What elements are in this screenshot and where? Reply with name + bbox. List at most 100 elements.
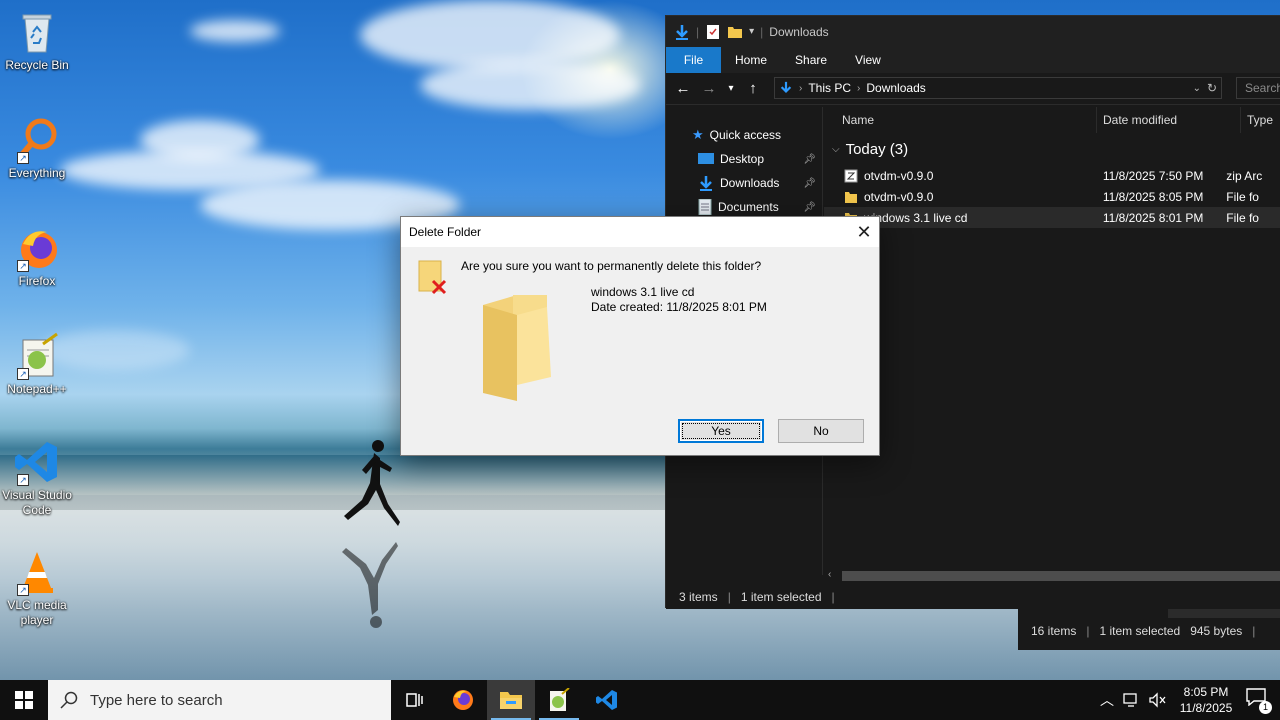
desktop-icon-vlc[interactable]: ↗ VLC media player <box>0 548 74 628</box>
system-tray: ︿ 8:05 PM 11/8/2025 1 <box>1100 680 1280 720</box>
pin-icon[interactable]: 📌︎ <box>803 202 816 213</box>
customize-toolbar-icon[interactable]: ▾ <box>749 26 754 37</box>
nav-item-quick-access[interactable]: ★ Quick access <box>666 123 822 147</box>
file-name: otvdm-v0.9.0 <box>864 189 934 204</box>
chevron-down-icon: ⌵ <box>832 143 840 155</box>
horizontal-scrollbar[interactable]: ‹ <box>824 568 1280 584</box>
desktop-icon-vscode[interactable]: ↗ Visual Studio Code <box>0 438 74 518</box>
downloads-icon <box>700 176 712 191</box>
new-folder-icon[interactable] <box>727 24 743 40</box>
file-row[interactable]: otvdm-v0.9.0 11/8/2025 7:50 PM zip Arc <box>824 165 1280 186</box>
column-header-type[interactable]: Type <box>1241 107 1280 133</box>
group-header-today[interactable]: ⌵ Today (3) <box>824 133 1280 165</box>
notepad-plus-plus-icon: ↗ <box>13 332 61 380</box>
file-date: 11/8/2025 8:01 PM <box>1102 210 1204 225</box>
scroll-left-icon[interactable]: ‹ <box>828 569 831 580</box>
file-row-selected[interactable]: windows 3.1 live cd 11/8/2025 8:01 PM Fi… <box>824 207 1280 228</box>
taskbar-clock[interactable]: 8:05 PM 11/8/2025 <box>1174 684 1238 716</box>
dialog-item-name: windows 3.1 live cd <box>591 285 695 299</box>
horizontal-scrollbar[interactable] <box>1168 608 1280 618</box>
tab-share[interactable]: Share <box>781 47 841 73</box>
downloads-location-icon <box>780 81 792 94</box>
desktop-icon-notepad-plus-plus[interactable]: ↗ Notepad++ <box>0 332 74 397</box>
refresh-icon[interactable]: ↻ <box>1207 81 1217 95</box>
ribbon-tabs: File Home Share View <box>666 47 1280 73</box>
pin-icon[interactable]: 📌︎ <box>803 154 816 165</box>
taskbar-file-explorer[interactable] <box>487 680 535 720</box>
firefox-icon: ↗ <box>13 224 61 272</box>
runner-silhouette <box>344 440 400 526</box>
column-header-date-modified[interactable]: Date modified <box>1097 107 1241 133</box>
taskbar-notepad-plus-plus[interactable] <box>535 680 583 720</box>
tab-file[interactable]: File <box>666 47 721 73</box>
close-icon[interactable]: ✕ <box>849 217 879 247</box>
address-dropdown-icon[interactable]: ⌄ <box>1193 83 1201 94</box>
file-name: otvdm-v0.9.0 <box>864 168 934 183</box>
dialog-question: Are you sure you want to permanently del… <box>461 259 762 273</box>
forward-arrow-icon[interactable]: → <box>698 78 720 100</box>
search-icon <box>60 691 78 709</box>
shortcut-arrow-icon: ↗ <box>17 474 29 486</box>
breadcrumb-downloads[interactable]: Downloads <box>866 81 925 95</box>
pin-icon[interactable]: 📌︎ <box>803 178 816 189</box>
zip-icon <box>844 169 858 182</box>
windows-logo-icon <box>15 691 33 709</box>
up-arrow-icon[interactable]: ↑ <box>742 78 764 100</box>
window-titlebar[interactable]: | ▾ | Downloads <box>666 16 1280 47</box>
desktop-icon-label: Firefox <box>18 274 56 288</box>
search-input[interactable]: Search <box>1236 77 1280 99</box>
nav-item-desktop[interactable]: Desktop 📌︎ <box>666 147 822 171</box>
shortcut-arrow-icon: ↗ <box>17 584 29 596</box>
address-bar[interactable]: › This PC › Downloads ⌄ ↻ <box>774 77 1222 99</box>
column-headers: Name Date modified Type <box>824 107 1280 133</box>
yes-button[interactable]: Yes <box>678 419 764 443</box>
breadcrumb-this-pc[interactable]: This PC <box>808 81 851 95</box>
clock-date: 11/8/2025 <box>1179 701 1233 715</box>
scrollbar-thumb[interactable] <box>842 571 1280 581</box>
desktop-icon-label: VLC media player <box>7 598 67 627</box>
vscode-icon: ↗ <box>13 438 61 486</box>
no-button[interactable]: No <box>778 419 864 443</box>
status-selected: 1 item selected <box>740 590 822 604</box>
delete-folder-icon <box>418 260 447 295</box>
desktop-icon-everything[interactable]: ↗ Everything <box>0 116 74 181</box>
window-title: Downloads <box>769 24 829 39</box>
delete-folder-dialog: Delete Folder ✕ Are you sure you want to… <box>400 216 880 456</box>
file-date: 11/8/2025 7:50 PM <box>1102 168 1204 183</box>
file-date: 11/8/2025 8:05 PM <box>1102 189 1204 204</box>
taskbar-vscode[interactable] <box>583 680 631 720</box>
folder-icon <box>845 191 857 203</box>
dialog-titlebar[interactable]: Delete Folder <box>401 217 879 247</box>
nav-item-label: Quick access <box>709 128 782 142</box>
recent-locations-icon[interactable]: ▾ <box>724 78 738 100</box>
status-item-count: 16 items <box>1031 624 1077 638</box>
documents-icon <box>698 199 712 215</box>
status-bar: 3 items | 1 item selected | <box>666 585 1280 609</box>
show-hidden-icons-chevron-up-icon[interactable]: ︿ <box>1100 690 1114 710</box>
task-view-button[interactable] <box>391 680 439 720</box>
status-size: 945 bytes <box>1190 624 1243 638</box>
action-center-button[interactable]: 1 <box>1246 688 1272 714</box>
file-type: zip Arc <box>1226 168 1263 183</box>
tab-home[interactable]: Home <box>721 47 781 73</box>
network-icon[interactable] <box>1122 692 1140 708</box>
taskbar-search-placeholder: Type here to search <box>90 691 223 709</box>
tab-view[interactable]: View <box>841 47 895 73</box>
desktop-icon-firefox[interactable]: ↗ Firefox <box>0 224 74 289</box>
volume-muted-icon[interactable] <box>1148 692 1166 708</box>
vlc-icon: ↗ <box>13 548 61 596</box>
file-row[interactable]: otvdm-v0.9.0 11/8/2025 8:05 PM File fo <box>824 186 1280 207</box>
status-item-count: 3 items <box>679 590 718 604</box>
desktop-icon-recycle-bin[interactable]: Recycle Bin <box>0 8 74 73</box>
back-arrow-icon[interactable]: ← <box>672 78 694 100</box>
group-label: Today (3) <box>845 140 909 158</box>
desktop-icon-label: Notepad++ <box>7 382 67 396</box>
taskbar-search-box[interactable]: Type here to search <box>48 680 391 720</box>
folder-preview-icon <box>483 295 551 401</box>
properties-icon[interactable] <box>705 24 721 40</box>
taskbar-firefox[interactable] <box>439 680 487 720</box>
dialog-item-info: windows 3.1 live cd Date created: 11/8/2… <box>591 285 767 315</box>
start-button[interactable] <box>0 680 48 720</box>
nav-item-downloads[interactable]: Downloads 📌︎ <box>666 171 822 195</box>
column-header-name[interactable]: Name <box>824 107 1097 133</box>
